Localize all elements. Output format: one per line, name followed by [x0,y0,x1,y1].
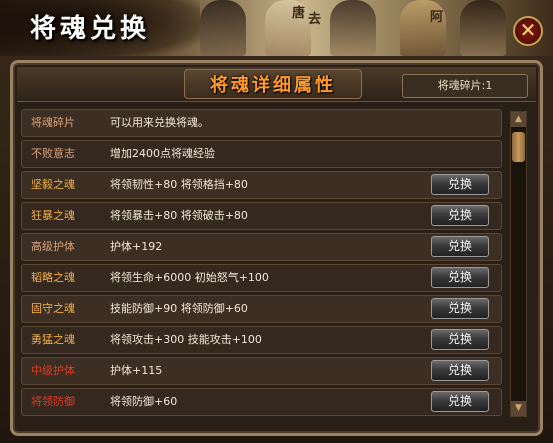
close-button[interactable]: ✕ [513,16,543,46]
exchange-button[interactable]: 兑换 [431,391,489,412]
list-item: 高级护体 护体+192 兑换 [21,233,502,261]
top-banner: 唐 去 阿 将魂兑换 ✕ [0,0,553,56]
exchange-button[interactable]: 兑换 [431,236,489,257]
exchange-button[interactable]: 兑换 [431,298,489,319]
background-sign: 唐 [292,6,306,21]
scrollbar[interactable]: ▲ ▼ [510,111,527,417]
soul-name: 高级护体 [31,240,75,253]
soul-description: 增加2400点将魂经验 [110,147,215,160]
exchange-button[interactable]: 兑换 [431,205,489,226]
soul-description: 将领暴击+80 将领破击+80 [110,209,248,222]
scroll-up-arrow-icon[interactable]: ▲ [511,112,526,127]
soul-description: 将领攻击+300 技能攻击+100 [110,333,262,346]
soul-description: 护体+115 [110,364,163,377]
detail-panel: 将魂详细属性 将魂碎片:1 将魂碎片 可以用来兑换将魂。不败意志 增加2400点将魂… [10,60,543,436]
panel-subtitle: 将魂详细属性 [210,75,336,96]
list-item: 坚毅之魂 将领韧性+80 将领格挡+80 兑换 [21,171,502,199]
scroll-thumb[interactable] [512,132,525,162]
list-item: 将魂碎片 可以用来兑换将魂。 [21,109,502,137]
soul-name: 勇猛之魂 [31,333,75,346]
list-item: 将领防御 将领防御+60 兑换 [21,388,502,416]
portrait-figure [460,0,506,56]
exchange-button[interactable]: 兑换 [431,174,489,195]
soul-name: 固守之魂 [31,302,75,315]
list-item: 勇猛之魂 将领攻击+300 技能攻击+100 兑换 [21,326,502,354]
soul-name: 不败意志 [31,147,75,160]
soul-description: 护体+192 [110,240,163,253]
soul-description: 技能防御+90 将领防御+60 [110,302,248,315]
soul-name: 中级护体 [31,364,75,377]
scroll-down-arrow-icon[interactable]: ▼ [511,401,526,416]
soul-description: 将领防御+60 [110,395,178,408]
list-item: 中级护体 护体+115 兑换 [21,357,502,385]
close-x-icon: ✕ [519,18,537,42]
soul-name: 将领防御 [31,395,75,408]
subtitle-plate: 将魂详细属性 [184,69,362,99]
soul-name: 狂暴之魂 [31,209,75,222]
exchange-button[interactable]: 兑换 [431,360,489,381]
background-sign: 阿 [430,10,444,25]
list-item: 固守之魂 技能防御+90 将领防御+60 兑换 [21,295,502,323]
soul-description: 可以用来兑换将魂。 [110,116,209,129]
list-item: 狂暴之魂 将领暴击+80 将领破击+80 兑换 [21,202,502,230]
background-sign: 去 [308,12,322,27]
soul-name: 坚毅之魂 [31,178,75,191]
window-title: 将魂兑换 [30,14,151,44]
portrait-figure [330,0,376,56]
fragment-count-badge: 将魂碎片:1 [402,74,528,98]
exchange-button[interactable]: 兑换 [431,267,489,288]
exchange-window: 唐 去 阿 将魂兑换 ✕ 将魂详细属性 将魂碎片:1 将魂碎片 可以用来兑换将魂。… [0,0,553,443]
soul-name: 将魂碎片 [31,116,75,129]
soul-name: 韬略之魂 [31,271,75,284]
panel-header: 将魂详细属性 将魂碎片:1 [17,67,536,102]
soul-description: 将领韧性+80 将领格挡+80 [110,178,248,191]
list-item: 不败意志 增加2400点将魂经验 [21,140,502,168]
portrait-figure [200,0,246,56]
list-item: 韬略之魂 将领生命+6000 初始怒气+100 兑换 [21,264,502,292]
exchange-button[interactable]: 兑换 [431,329,489,350]
soul-description: 将领生命+6000 初始怒气+100 [110,271,269,284]
